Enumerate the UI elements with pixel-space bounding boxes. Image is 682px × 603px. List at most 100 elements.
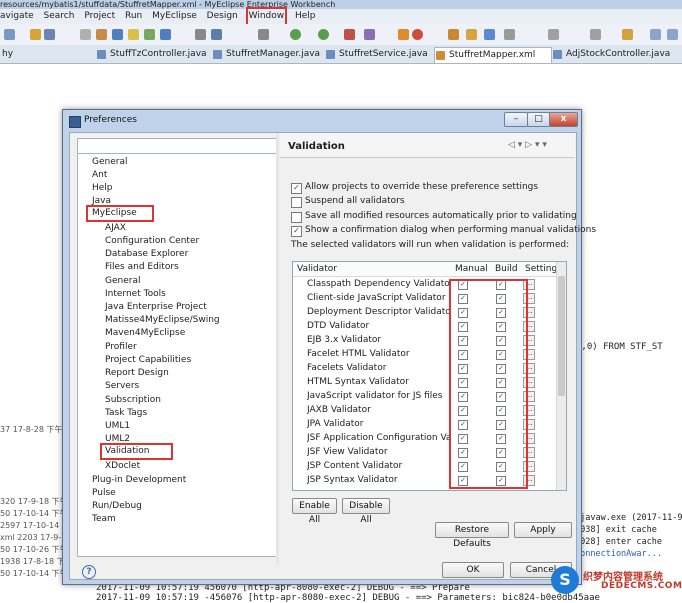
- tree-item-maven[interactable]: Maven4MyEclipse: [105, 327, 185, 340]
- enable-all-button[interactable]: Enable All: [292, 498, 337, 525]
- menu-search[interactable]: Search: [44, 9, 75, 24]
- toolbar-icon[interactable]: [128, 29, 139, 40]
- toolbar-icon[interactable]: [364, 29, 375, 40]
- toolbar-icon[interactable]: [412, 29, 423, 40]
- toolbar-icon[interactable]: [590, 29, 601, 40]
- tree-item-run-debug[interactable]: Run/Debug: [92, 500, 142, 513]
- menu-navigate[interactable]: avigate: [0, 9, 34, 24]
- toolbar-icon[interactable]: [258, 29, 269, 40]
- tree-item-profiler[interactable]: Profiler: [105, 341, 137, 354]
- dialog-title-bar[interactable]: Preferences – □ x: [63, 110, 581, 132]
- debug-icon[interactable]: [318, 29, 329, 40]
- menu-myeclipse[interactable]: MyEclipse: [152, 9, 197, 24]
- menu-window[interactable]: Window: [245, 7, 288, 26]
- tree-item-project-capabilities[interactable]: Project Capabilities: [105, 354, 191, 367]
- back-icon[interactable]: [650, 29, 661, 40]
- suspend-validators-checkbox[interactable]: [291, 197, 302, 208]
- tree-item-report-design[interactable]: Report Design: [105, 367, 169, 380]
- maximize-button[interactable]: □: [527, 112, 550, 127]
- tree-item-subscription[interactable]: Subscription: [105, 394, 161, 407]
- tree-item-internet-tools[interactable]: Internet Tools: [105, 288, 166, 301]
- confirm-dialog-checkbox[interactable]: ✓: [291, 226, 302, 237]
- toolbar-icon[interactable]: [398, 29, 409, 40]
- apply-button[interactable]: Apply: [514, 522, 572, 538]
- tree-item-task-tags[interactable]: Task Tags: [105, 407, 147, 420]
- tab-stuffret-service[interactable]: StuffretService.java: [325, 47, 428, 62]
- console-line: 1028] enter cache: [575, 537, 662, 547]
- col-validator[interactable]: Validator: [297, 262, 337, 276]
- tree-item-configuration-center[interactable]: Configuration Center: [105, 235, 199, 248]
- toolbar-icon[interactable]: [80, 29, 91, 40]
- tab-stuffret-mapper[interactable]: StuffretMapper.xml: [434, 47, 552, 63]
- toolbar-icon[interactable]: [144, 29, 155, 40]
- tab-partial[interactable]: hy: [0, 47, 13, 62]
- tree-item-java-enterprise-project[interactable]: Java Enterprise Project: [105, 301, 207, 314]
- tree-item-pulse[interactable]: Pulse: [92, 487, 116, 500]
- run-icon[interactable]: [290, 29, 301, 40]
- col-build[interactable]: Build: [495, 262, 518, 276]
- toolbar-icon[interactable]: [30, 29, 41, 40]
- toolbar-icon[interactable]: [112, 29, 123, 40]
- tree-item-general-sub[interactable]: General: [105, 275, 140, 288]
- help-icon[interactable]: ?: [82, 565, 96, 579]
- menu-run[interactable]: Run: [125, 9, 142, 24]
- tab-adjstock-controller[interactable]: AdjStockController.java: [552, 47, 670, 62]
- validator-name: JAXB Validator: [307, 405, 371, 415]
- tab-stufftz-controller[interactable]: StuffTzController.java: [96, 47, 207, 62]
- toolbar-icon[interactable]: [504, 29, 515, 40]
- nav-arrows[interactable]: ◁ ▾ ▷ ▾ ▾: [508, 140, 547, 150]
- menu-help[interactable]: Help: [295, 9, 316, 24]
- pane-divider[interactable]: [276, 133, 279, 565]
- toolbar-icon[interactable]: [448, 29, 459, 40]
- validator-name: JSP Syntax Validator: [307, 475, 398, 485]
- validator-name: JSP Content Validator: [307, 461, 403, 471]
- table-scrollbar[interactable]: [556, 262, 566, 490]
- watermark-url: DEDECMS.COM: [601, 581, 682, 591]
- tree-item-files-and-editors[interactable]: Files and Editors: [105, 261, 179, 274]
- tree-item-ajax[interactable]: AJAX: [105, 222, 126, 235]
- toolbar-icon[interactable]: [344, 29, 355, 40]
- filter-input[interactable]: [77, 138, 279, 154]
- toolbar-icon[interactable]: [4, 29, 15, 40]
- toolbar-icon[interactable]: [484, 29, 495, 40]
- toolbar-icon[interactable]: [160, 29, 171, 40]
- toolbar-icon[interactable]: [44, 29, 55, 40]
- toolbar-icon[interactable]: [548, 29, 559, 40]
- tree-item-team[interactable]: Team: [92, 513, 116, 526]
- col-setting[interactable]: Setting: [525, 262, 557, 276]
- close-button[interactable]: x: [549, 112, 578, 127]
- validator-name: JSF View Validator: [307, 447, 388, 457]
- disable-all-button[interactable]: Disable All: [342, 498, 390, 525]
- tree-item-matisse[interactable]: Matisse4MyEclipse/Swing: [105, 314, 220, 327]
- package-explorer-fragment: 37 17-8-28 下午 320 17-9-18 下午 50 17-10-14…: [0, 400, 62, 580]
- main-toolbar: [0, 24, 682, 46]
- toolbar-icon[interactable]: [96, 29, 107, 40]
- dialog-title: Preferences: [84, 115, 137, 125]
- tree-item-database-explorer[interactable]: Database Explorer: [105, 248, 188, 261]
- ok-button[interactable]: OK: [442, 562, 504, 578]
- toolbar-icon[interactable]: [211, 29, 222, 40]
- save-modified-checkbox[interactable]: [291, 212, 302, 223]
- tree-item-xdoclet[interactable]: XDoclet: [105, 460, 140, 473]
- col-manual[interactable]: Manual: [455, 262, 488, 276]
- tab-stuffret-manager[interactable]: StuffretManager.java: [212, 47, 320, 62]
- menu-project[interactable]: Project: [84, 9, 115, 24]
- minimize-button[interactable]: –: [504, 112, 528, 127]
- restore-defaults-button[interactable]: Restore Defaults: [435, 522, 509, 549]
- forward-icon[interactable]: [667, 29, 678, 40]
- toolbar-icon[interactable]: [466, 29, 477, 40]
- tree-item-plugin-development[interactable]: Plug-in Development: [92, 474, 186, 487]
- tree-item-myeclipse[interactable]: MyEclipse: [86, 205, 154, 222]
- allow-override-checkbox[interactable]: ✓: [291, 183, 302, 194]
- tree-item-general[interactable]: General: [92, 156, 127, 169]
- scroll-thumb[interactable]: [558, 276, 565, 396]
- tree-item-validation[interactable]: Validation: [100, 443, 173, 460]
- toolbar-icon[interactable]: [195, 29, 206, 40]
- tree-item-help[interactable]: Help: [92, 182, 113, 195]
- toolbar-icon[interactable]: [622, 29, 633, 40]
- tree-item-servers[interactable]: Servers: [105, 380, 139, 393]
- menu-design[interactable]: Design: [207, 9, 238, 24]
- console-log: 2017-11-09 10:57:19 456070 [http-apr-808…: [62, 583, 682, 603]
- tree-item-ant[interactable]: Ant: [92, 169, 107, 182]
- tree-item-uml1[interactable]: UML1: [105, 420, 130, 433]
